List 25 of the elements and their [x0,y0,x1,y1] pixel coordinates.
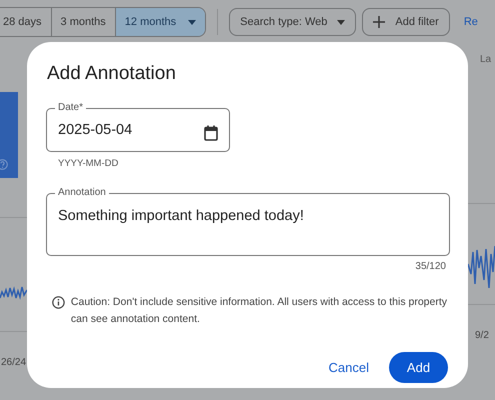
add-filter-button[interactable]: Add filter [362,8,450,36]
report-link[interactable]: Re [464,16,478,28]
field-label: Date* [57,102,84,114]
info-icon [52,296,65,309]
help-icon [0,159,8,170]
column-label: La [480,54,492,65]
field-value: 2025-05-04 [58,122,132,138]
caution-text: Caution: Don't include sensitive information. All users with access to this property can see annotation content. [70,295,448,327]
plus-icon [373,16,386,28]
dialog-title: Add Annotation [47,63,177,85]
calendar-icon[interactable] [204,124,218,140]
format-hint: YYYY-MM-DD [58,158,120,169]
character-counter: 35/120 [415,261,446,272]
axis-date: 9/2 [475,330,489,341]
add-button[interactable]: Add [389,352,448,383]
axis-date: 26/24 [1,357,27,368]
search-type-dropdown[interactable]: Search type: Web [229,8,356,36]
range-tab[interactable]: 12 months [114,8,206,36]
annotation-field[interactable]: Annotation Something important happened today! [46,187,450,256]
date-field[interactable]: Date* 2025-05-04 [46,102,230,152]
field-label: Annotation [57,187,107,199]
cancel-button[interactable]: Cancel [324,352,373,383]
caret-icon [337,20,346,24]
field-value: Something important happened today! [58,208,304,224]
range-tab[interactable]: 28 days [0,8,51,36]
